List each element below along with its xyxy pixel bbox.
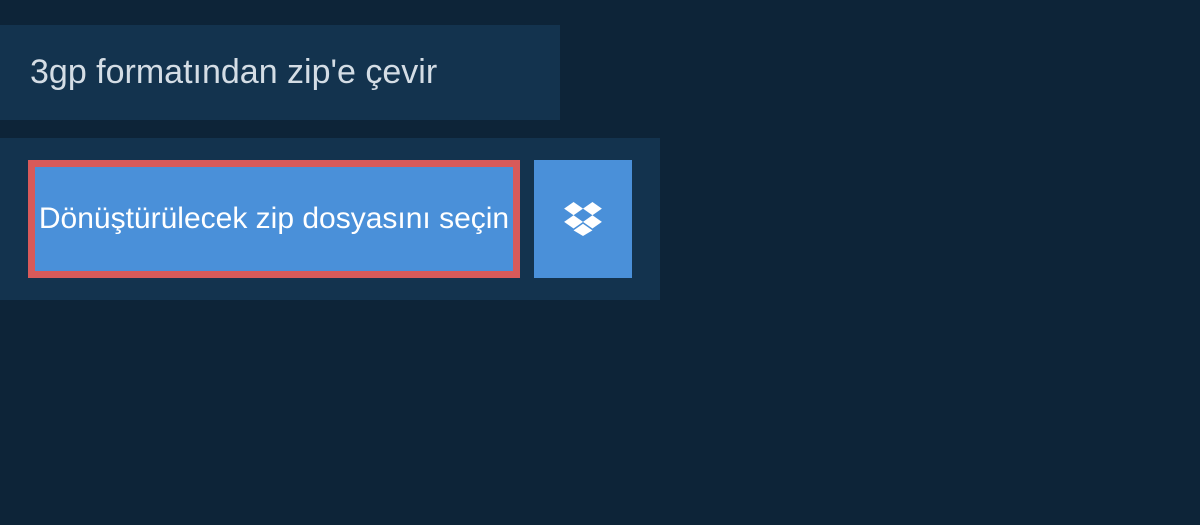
dropbox-icon	[564, 202, 602, 236]
dropbox-button[interactable]	[534, 160, 632, 278]
select-file-button[interactable]: Dönüştürülecek zip dosyasını seçin	[28, 160, 520, 278]
header-tab: 3gp formatından zip'e çevir	[0, 25, 560, 120]
page-title: 3gp formatından zip'e çevir	[30, 53, 530, 92]
select-file-label: Dönüştürülecek zip dosyasını seçin	[39, 202, 509, 236]
upload-panel: Dönüştürülecek zip dosyasını seçin	[0, 138, 660, 300]
